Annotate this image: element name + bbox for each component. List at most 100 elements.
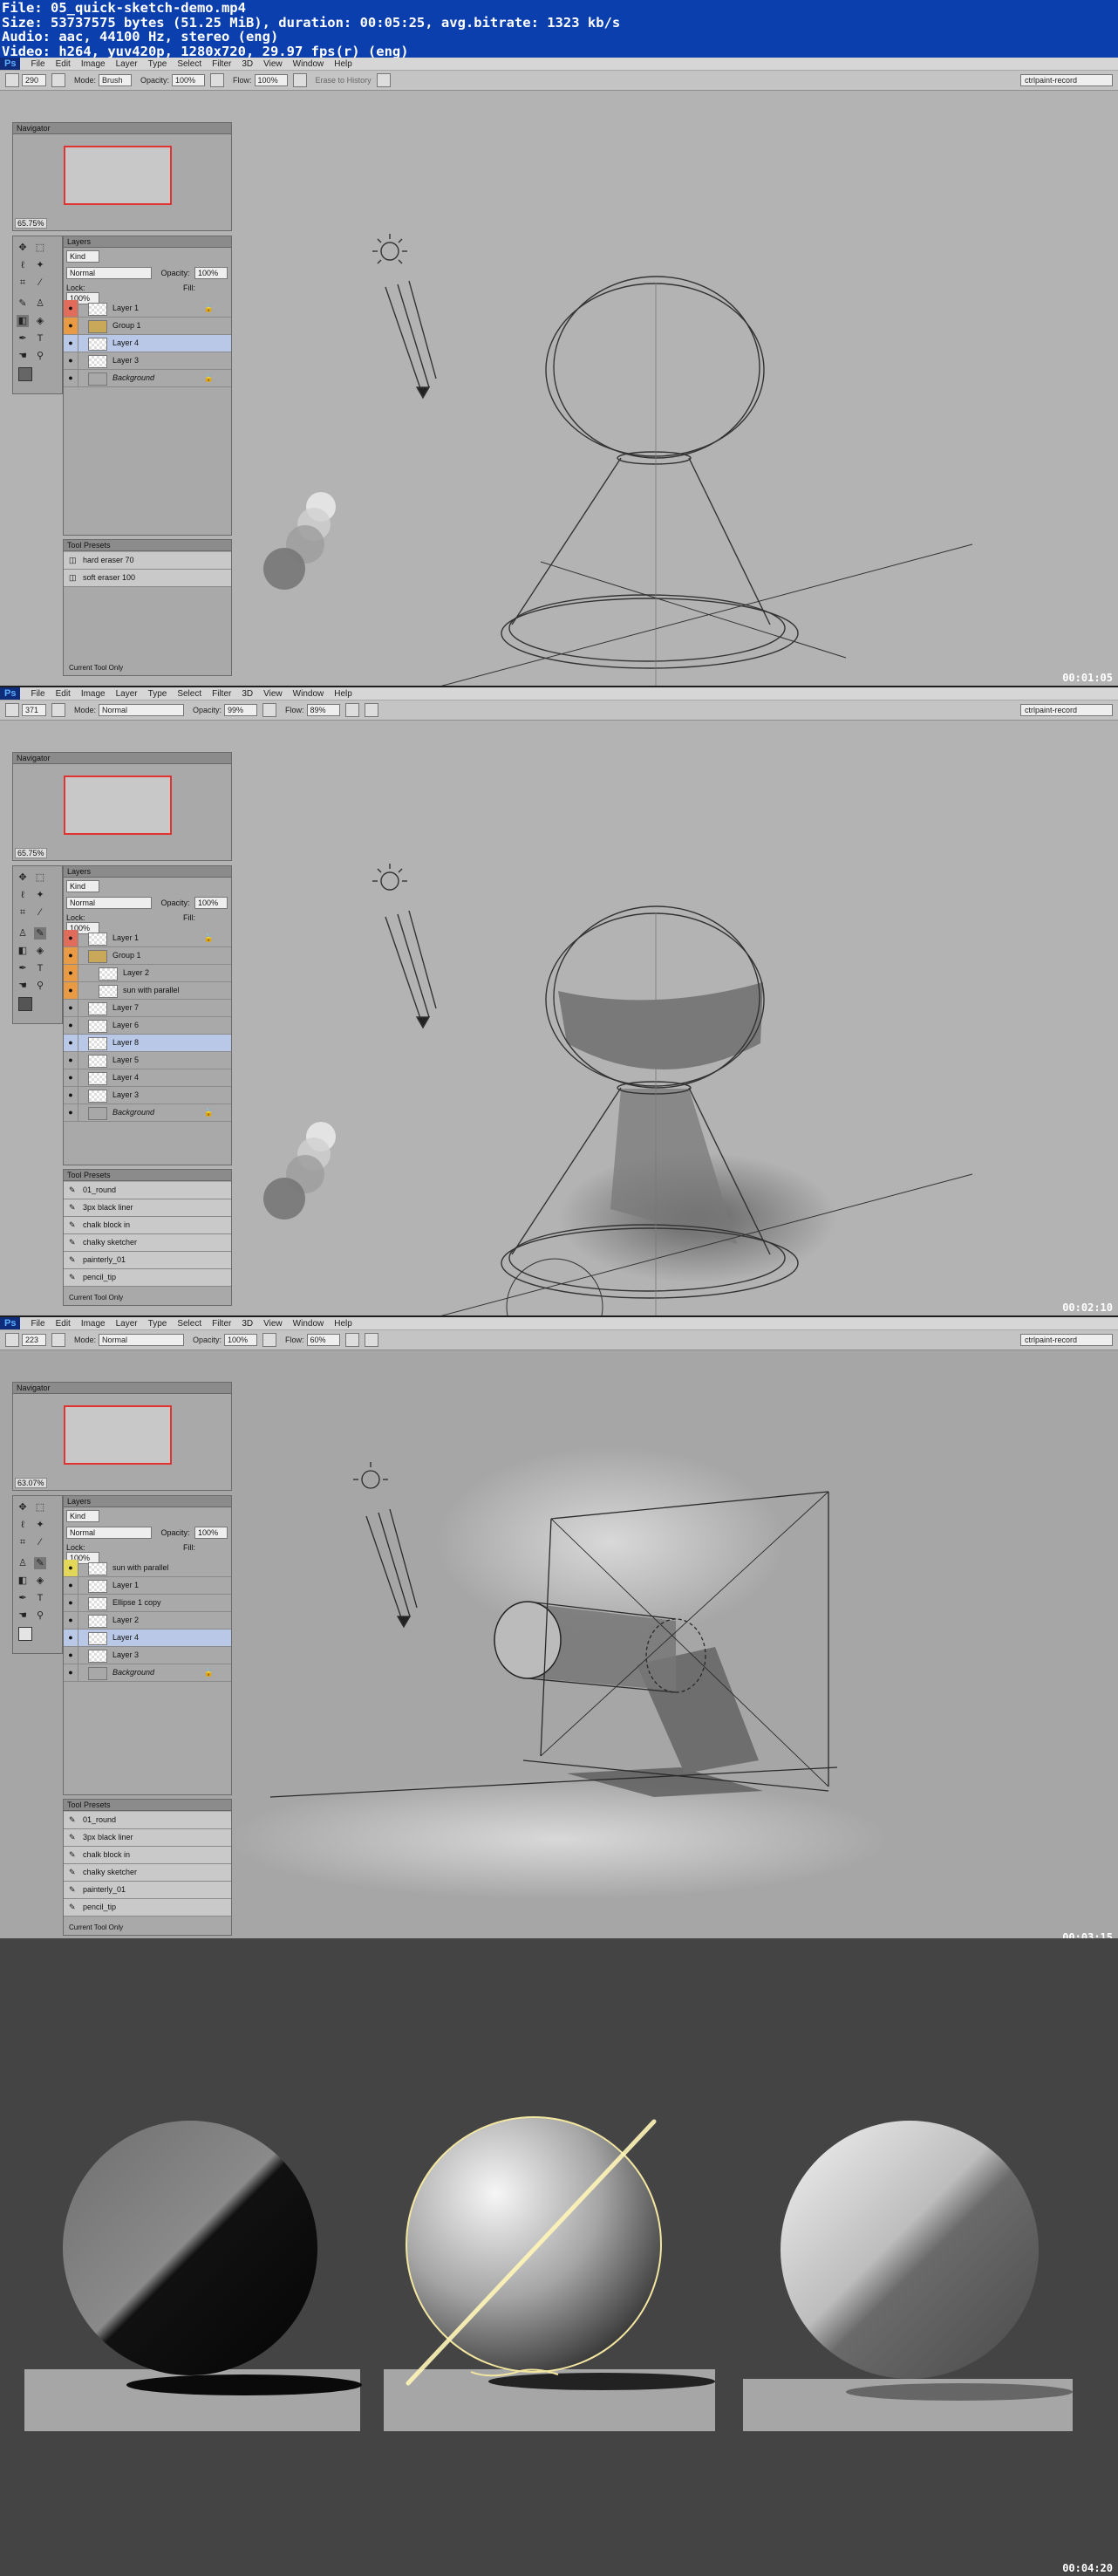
layer-row[interactable]: ● Layer 3 [64, 352, 231, 370]
menu-window[interactable]: Window [293, 1319, 324, 1329]
zoom-tool-icon[interactable]: ⚲ [34, 980, 46, 992]
flow-field[interactable]: 60% [306, 1334, 340, 1346]
current-tool-only-checkbox[interactable]: Current Tool Only [69, 664, 123, 672]
brush-tool-preset-icon[interactable] [5, 703, 19, 717]
visibility-eye-icon[interactable]: ● [64, 300, 78, 317]
opacity-field[interactable]: 100% [172, 74, 206, 86]
menu-file[interactable]: File [31, 689, 44, 699]
preset-item[interactable]: ✎ 01_round [64, 1812, 231, 1829]
zoom-tool-icon[interactable]: ⚲ [34, 350, 46, 362]
navigator-zoom[interactable]: 65.75% [15, 218, 47, 229]
layer-kind-select[interactable]: Kind [66, 880, 99, 892]
foreground-color-icon[interactable] [18, 367, 32, 381]
type-tool-icon[interactable]: T [34, 1592, 46, 1604]
document-canvas[interactable]: Navigator 65.75% ✥ ⬚ ℓ ✦ ⌗ ⁄ ✎ ♙ ◧ ◈ ✒ T… [0, 721, 1118, 1315]
stamp-tool-icon[interactable]: ♙ [17, 1557, 29, 1569]
menu-file[interactable]: File [31, 1319, 44, 1329]
move-tool-icon[interactable]: ✥ [17, 871, 29, 884]
marquee-tool-icon[interactable]: ⬚ [34, 1501, 46, 1513]
menu-help[interactable]: Help [334, 1319, 352, 1329]
type-tool-icon[interactable]: T [34, 962, 46, 974]
visibility-eye-icon[interactable]: ● [64, 352, 78, 369]
current-tool-only-checkbox[interactable]: Current Tool Only [69, 1923, 123, 1931]
menu-type[interactable]: Type [148, 689, 167, 699]
crop-tool-icon[interactable]: ⌗ [17, 277, 29, 289]
visibility-eye-icon[interactable]: ● [64, 1069, 78, 1086]
hand-tool-icon[interactable]: ☚ [17, 980, 29, 992]
move-tool-icon[interactable]: ✥ [17, 242, 29, 254]
menu-help[interactable]: Help [334, 689, 352, 699]
visibility-eye-icon[interactable]: ● [64, 1595, 78, 1611]
layer-kind-select[interactable]: Kind [66, 1510, 99, 1522]
menu-help[interactable]: Help [334, 59, 352, 69]
foreground-color-icon[interactable] [18, 997, 32, 1011]
preset-item[interactable]: ✎ pencil_tip [64, 1269, 231, 1287]
opacity-field[interactable]: 99% [224, 704, 258, 716]
magic-wand-icon[interactable]: ✦ [34, 1519, 46, 1531]
visibility-eye-icon[interactable]: ● [64, 1052, 78, 1069]
brush-size-field[interactable]: 371 [22, 704, 46, 716]
navigator-preview[interactable] [64, 1405, 172, 1465]
preset-item[interactable]: ✎ 3px black liner [64, 1199, 231, 1217]
layer-row-selected[interactable]: ● Layer 4 [64, 335, 231, 352]
preset-item[interactable]: ✎ chalk block in [64, 1217, 231, 1234]
eyedropper-icon[interactable]: ⁄ [34, 1536, 46, 1548]
flow-field[interactable]: 89% [306, 704, 340, 716]
blend-mode-select[interactable]: Normal [66, 267, 152, 279]
preset-item[interactable]: ✎ chalk block in [64, 1847, 231, 1864]
menu-filter[interactable]: Filter [212, 1319, 231, 1329]
bucket-tool-icon[interactable]: ◈ [34, 1575, 46, 1587]
menu-view[interactable]: View [263, 689, 283, 699]
visibility-eye-icon[interactable]: ● [64, 1630, 78, 1646]
lasso-tool-icon[interactable]: ℓ [17, 1519, 29, 1531]
navigator-zoom[interactable]: 63.07% [15, 1478, 47, 1488]
workspace-select[interactable]: ctrlpaint-record [1020, 704, 1113, 716]
mode-select[interactable]: Brush [99, 74, 133, 86]
menu-edit[interactable]: Edit [56, 689, 71, 699]
marquee-tool-icon[interactable]: ⬚ [34, 871, 46, 884]
opacity-field[interactable]: 100% [224, 1334, 258, 1346]
menu-filter[interactable]: Filter [212, 59, 231, 69]
layer-row[interactable]: ● Layer 3 [64, 1647, 231, 1664]
visibility-eye-icon[interactable]: ● [64, 1035, 78, 1051]
flow-field[interactable]: 100% [254, 74, 288, 86]
layer-row[interactable]: ● Ellipse 1 copy [64, 1595, 231, 1612]
crop-tool-icon[interactable]: ⌗ [17, 1536, 29, 1548]
layer-row[interactable]: ● Layer 5 [64, 1052, 231, 1069]
menu-select[interactable]: Select [177, 59, 201, 69]
eyedropper-icon[interactable]: ⁄ [34, 906, 46, 919]
workspace-select[interactable]: ctrlpaint-record [1020, 74, 1113, 86]
layer-row[interactable]: ● Layer 6 [64, 1017, 231, 1035]
navigator-preview[interactable] [64, 146, 172, 205]
pressure-size-icon[interactable] [376, 73, 391, 87]
menu-layer[interactable]: Layer [116, 1319, 138, 1329]
layer-row[interactable]: ● sun with parallel [64, 1560, 231, 1577]
hand-tool-icon[interactable]: ☚ [17, 350, 29, 362]
visibility-eye-icon[interactable]: ● [64, 1104, 78, 1121]
preset-item[interactable]: ✎ painterly_01 [64, 1252, 231, 1269]
menu-select[interactable]: Select [177, 1319, 201, 1329]
airbrush-icon[interactable] [344, 1333, 359, 1347]
brush-size-field[interactable]: 223 [22, 1334, 46, 1346]
visibility-eye-icon[interactable]: ● [64, 335, 78, 352]
preset-item[interactable]: ✎ painterly_01 [64, 1882, 231, 1899]
brush-panel-toggle-icon[interactable] [51, 73, 65, 87]
brush-tool-icon[interactable]: ✎ [17, 297, 29, 310]
bucket-tool-icon[interactable]: ◈ [34, 315, 46, 327]
zoom-tool-icon[interactable]: ⚲ [34, 1609, 46, 1622]
marquee-tool-icon[interactable]: ⬚ [34, 242, 46, 254]
layer-kind-select[interactable]: Kind [66, 250, 99, 263]
layer-row[interactable]: ● Background 🔒 [64, 1664, 231, 1682]
visibility-eye-icon[interactable]: ● [64, 1017, 78, 1034]
type-tool-icon[interactable]: T [34, 332, 46, 345]
brush-tool-preset-icon[interactable] [5, 1333, 19, 1347]
layer-row[interactable]: ● Background 🔒 [64, 1104, 231, 1122]
visibility-eye-icon[interactable]: ● [64, 1560, 78, 1576]
layer-row-selected[interactable]: ● Layer 8 [64, 1035, 231, 1052]
visibility-eye-icon[interactable]: ● [64, 930, 78, 946]
preset-item[interactable]: ✎ 3px black liner [64, 1829, 231, 1847]
preset-item[interactable]: ✎ pencil_tip [64, 1899, 231, 1917]
pen-tool-icon[interactable]: ✒ [17, 962, 29, 974]
blend-mode-select[interactable]: Normal [66, 897, 152, 909]
erase-to-history-checkbox[interactable]: Erase to History [316, 76, 372, 85]
